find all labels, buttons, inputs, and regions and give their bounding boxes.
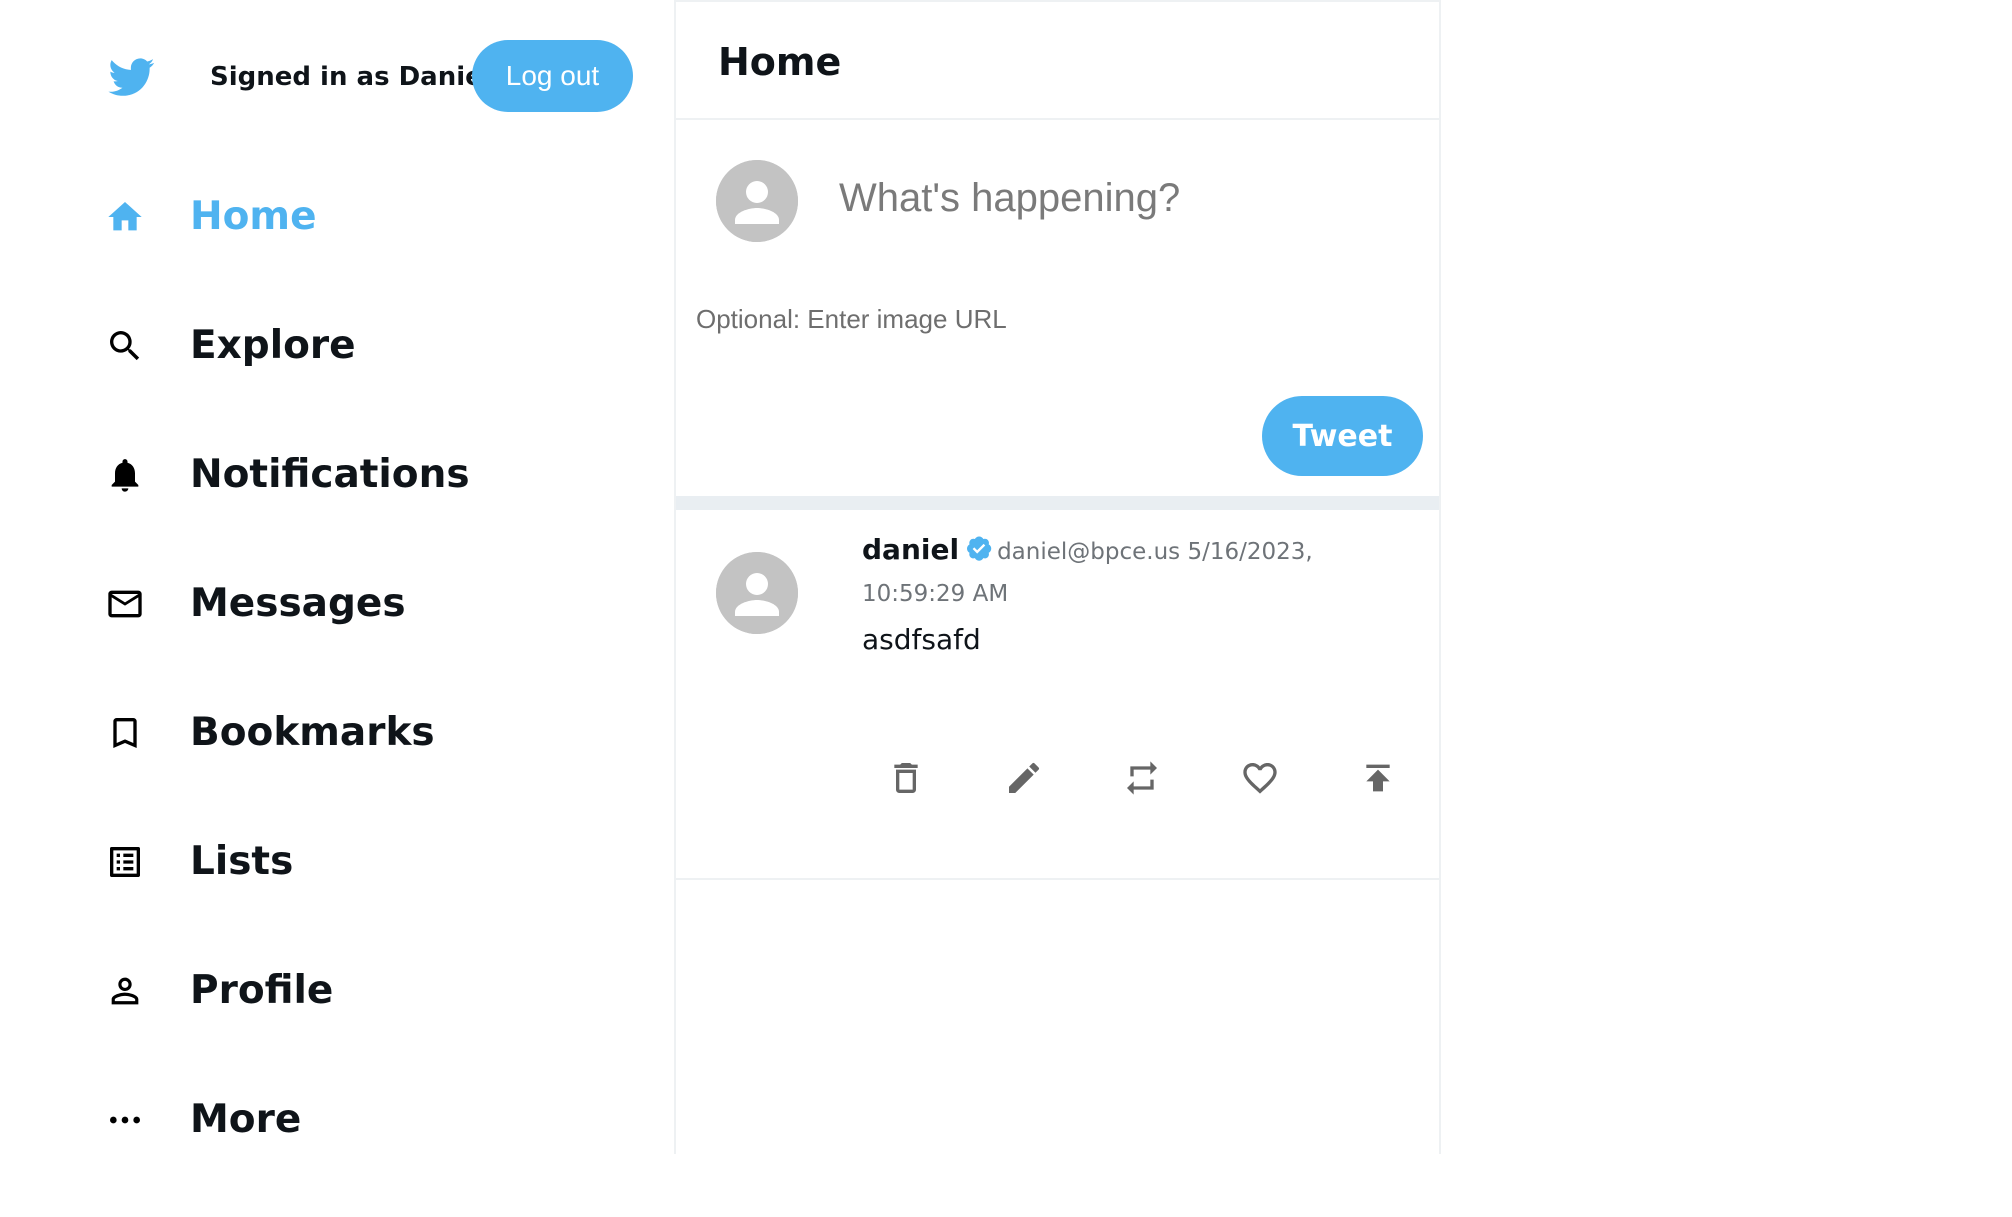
default-avatar-icon bbox=[716, 160, 798, 242]
sidebar-item-bookmarks[interactable]: Bookmarks bbox=[105, 701, 625, 830]
sidebar-item-label: Explore bbox=[190, 323, 356, 368]
tweet-body: asdfsafd bbox=[862, 623, 981, 656]
sidebar-item-lists[interactable]: Lists bbox=[105, 830, 625, 959]
logout-button[interactable]: Log out bbox=[472, 40, 633, 112]
sidebar-item-label: Home bbox=[190, 194, 317, 239]
sidebar-item-messages[interactable]: Messages bbox=[105, 572, 625, 701]
mail-icon bbox=[105, 584, 145, 624]
list-icon bbox=[105, 842, 145, 882]
image-url-input[interactable] bbox=[696, 297, 1396, 341]
feed-header: Home bbox=[676, 0, 1439, 120]
sidebar: Signed in as Daniel Log out Home Explore… bbox=[0, 0, 675, 1154]
avatar bbox=[716, 160, 798, 242]
default-avatar-icon bbox=[716, 552, 798, 634]
main-feed: Home Tweet danieldaniel@bpce.us 5/16/202… bbox=[674, 0, 1441, 1154]
delete-icon[interactable] bbox=[886, 758, 926, 798]
tweet-button[interactable]: Tweet bbox=[1262, 396, 1423, 476]
search-icon bbox=[105, 326, 145, 366]
person-icon bbox=[105, 971, 145, 1011]
tweet-card[interactable]: daniel daniel@bpce.us 5/16/2023, 10:59:29… bbox=[676, 510, 1439, 880]
bell-icon bbox=[105, 455, 145, 495]
retweet-icon[interactable] bbox=[1122, 758, 1162, 798]
sidebar-item-label: More bbox=[190, 1097, 302, 1142]
page-title: Home bbox=[718, 40, 842, 84]
sidebar-item-home[interactable]: Home bbox=[105, 185, 625, 314]
verified-badge-icon bbox=[965, 534, 993, 562]
sidebar-item-notifications[interactable]: Notifications bbox=[105, 443, 625, 572]
sidebar-item-label: Bookmarks bbox=[190, 710, 435, 755]
avatar[interactable] bbox=[716, 552, 798, 634]
home-icon bbox=[105, 197, 145, 237]
tweet-author-name[interactable]: daniel bbox=[862, 533, 959, 566]
feed-divider bbox=[676, 496, 1439, 510]
more-icon bbox=[105, 1100, 145, 1140]
sidebar-item-label: Profile bbox=[190, 968, 334, 1013]
twitter-bird-icon[interactable] bbox=[105, 54, 159, 100]
sidebar-item-label: Lists bbox=[190, 839, 294, 884]
sidebar-nav: Home Explore Notifications Messages Book… bbox=[105, 185, 625, 1217]
sidebar-item-more[interactable]: More bbox=[105, 1088, 625, 1217]
pin-to-top-icon[interactable] bbox=[1358, 758, 1398, 798]
tweet-composer: Tweet bbox=[676, 120, 1439, 495]
tweet-actions bbox=[886, 758, 1406, 798]
bookmark-icon bbox=[105, 713, 145, 753]
tweet-text-input[interactable] bbox=[839, 168, 1399, 228]
tweet-header: daniel daniel@bpce.us 5/16/2023, 10:59:29… bbox=[862, 530, 1402, 616]
sidebar-item-explore[interactable]: Explore bbox=[105, 314, 625, 443]
like-icon[interactable] bbox=[1240, 758, 1280, 798]
sidebar-header: Signed in as Daniel Log out bbox=[105, 40, 645, 112]
signed-in-label: Signed in as Daniel bbox=[210, 62, 492, 92]
sidebar-item-label: Messages bbox=[190, 581, 406, 626]
sidebar-item-profile[interactable]: Profile bbox=[105, 959, 625, 1088]
edit-icon[interactable] bbox=[1004, 758, 1044, 798]
sidebar-item-label: Notifications bbox=[190, 452, 470, 497]
